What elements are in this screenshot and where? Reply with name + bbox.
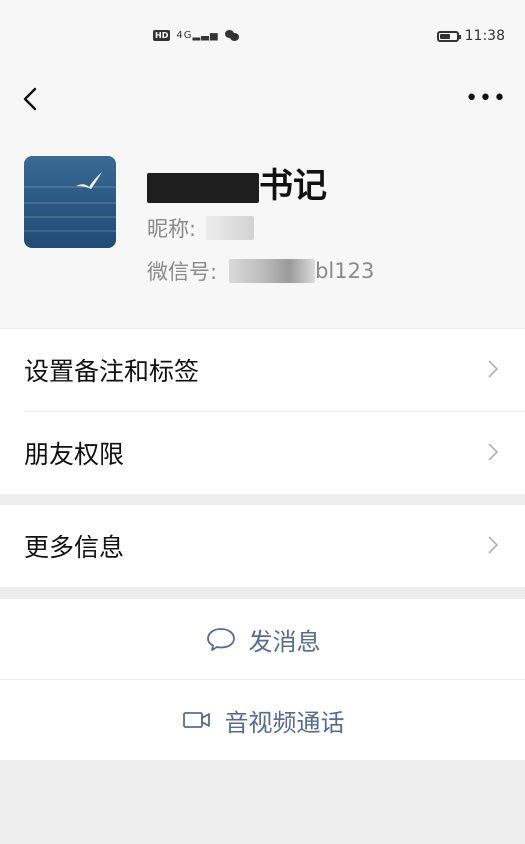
send-message-button[interactable]: 发消息 (0, 599, 525, 679)
menu-section-more: 更多信息 (0, 505, 525, 587)
menu-item-more-info[interactable]: 更多信息 (0, 505, 525, 587)
av-call-label: 音视频通话 (224, 708, 345, 737)
contact-name-suffix: 书记 (259, 166, 327, 206)
chevron-right-icon (488, 360, 499, 378)
menu-item-friend-permissions[interactable]: 朋友权限 (0, 412, 525, 494)
chevron-right-icon (488, 443, 499, 461)
battery-icon (436, 30, 461, 42)
redacted-nickname (206, 216, 255, 240)
status-bar: HD 4G▂▃▅ 11:38 (0, 0, 525, 78)
wechat-id-row: 微信号: bl123 (147, 256, 374, 286)
nickname-label: 昵称: (147, 217, 197, 241)
signal-icon: 4G▂▃▅ (176, 30, 219, 41)
hd-icon: HD (153, 30, 171, 41)
seagull-icon (76, 172, 102, 189)
status-right: 11:38 (436, 28, 505, 44)
redacted-wechat-id (229, 259, 316, 283)
avatar[interactable] (24, 156, 116, 248)
profile-header: 书记 昵称: 微信号: bl123 (0, 122, 525, 328)
chat-bubble-icon (206, 628, 235, 651)
back-button[interactable] (18, 84, 48, 114)
more-button[interactable]: ••• (465, 88, 507, 110)
av-call-button[interactable]: 音视频通话 (0, 680, 525, 760)
wechat-notification-icon (224, 30, 239, 41)
menu-item-label: 朋友权限 (24, 440, 125, 469)
status-left-icons: HD 4G▂▃▅ (153, 30, 239, 41)
nickname-row: 昵称: (147, 213, 255, 243)
send-message-label: 发消息 (248, 627, 321, 656)
chevron-right-icon (488, 536, 499, 554)
menu-item-remarks-tags[interactable]: 设置备注和标签 (0, 329, 525, 411)
contact-name: 书记 (147, 158, 327, 207)
nav-bar: ••• (0, 78, 525, 122)
wechat-id-label: 微信号: (147, 260, 218, 284)
video-camera-icon (182, 712, 210, 728)
wechat-id-suffix: bl123 (315, 259, 375, 283)
menu-item-label: 设置备注和标签 (24, 357, 200, 386)
menu-section-primary: 设置备注和标签 朋友权限 (0, 329, 525, 494)
status-time: 11:38 (464, 28, 505, 44)
action-section: 发消息 音视频通话 (0, 599, 525, 760)
back-arrow-icon (23, 87, 37, 111)
menu-item-label: 更多信息 (24, 533, 125, 562)
redacted-block (147, 172, 259, 203)
network-type: 4G (176, 30, 193, 41)
